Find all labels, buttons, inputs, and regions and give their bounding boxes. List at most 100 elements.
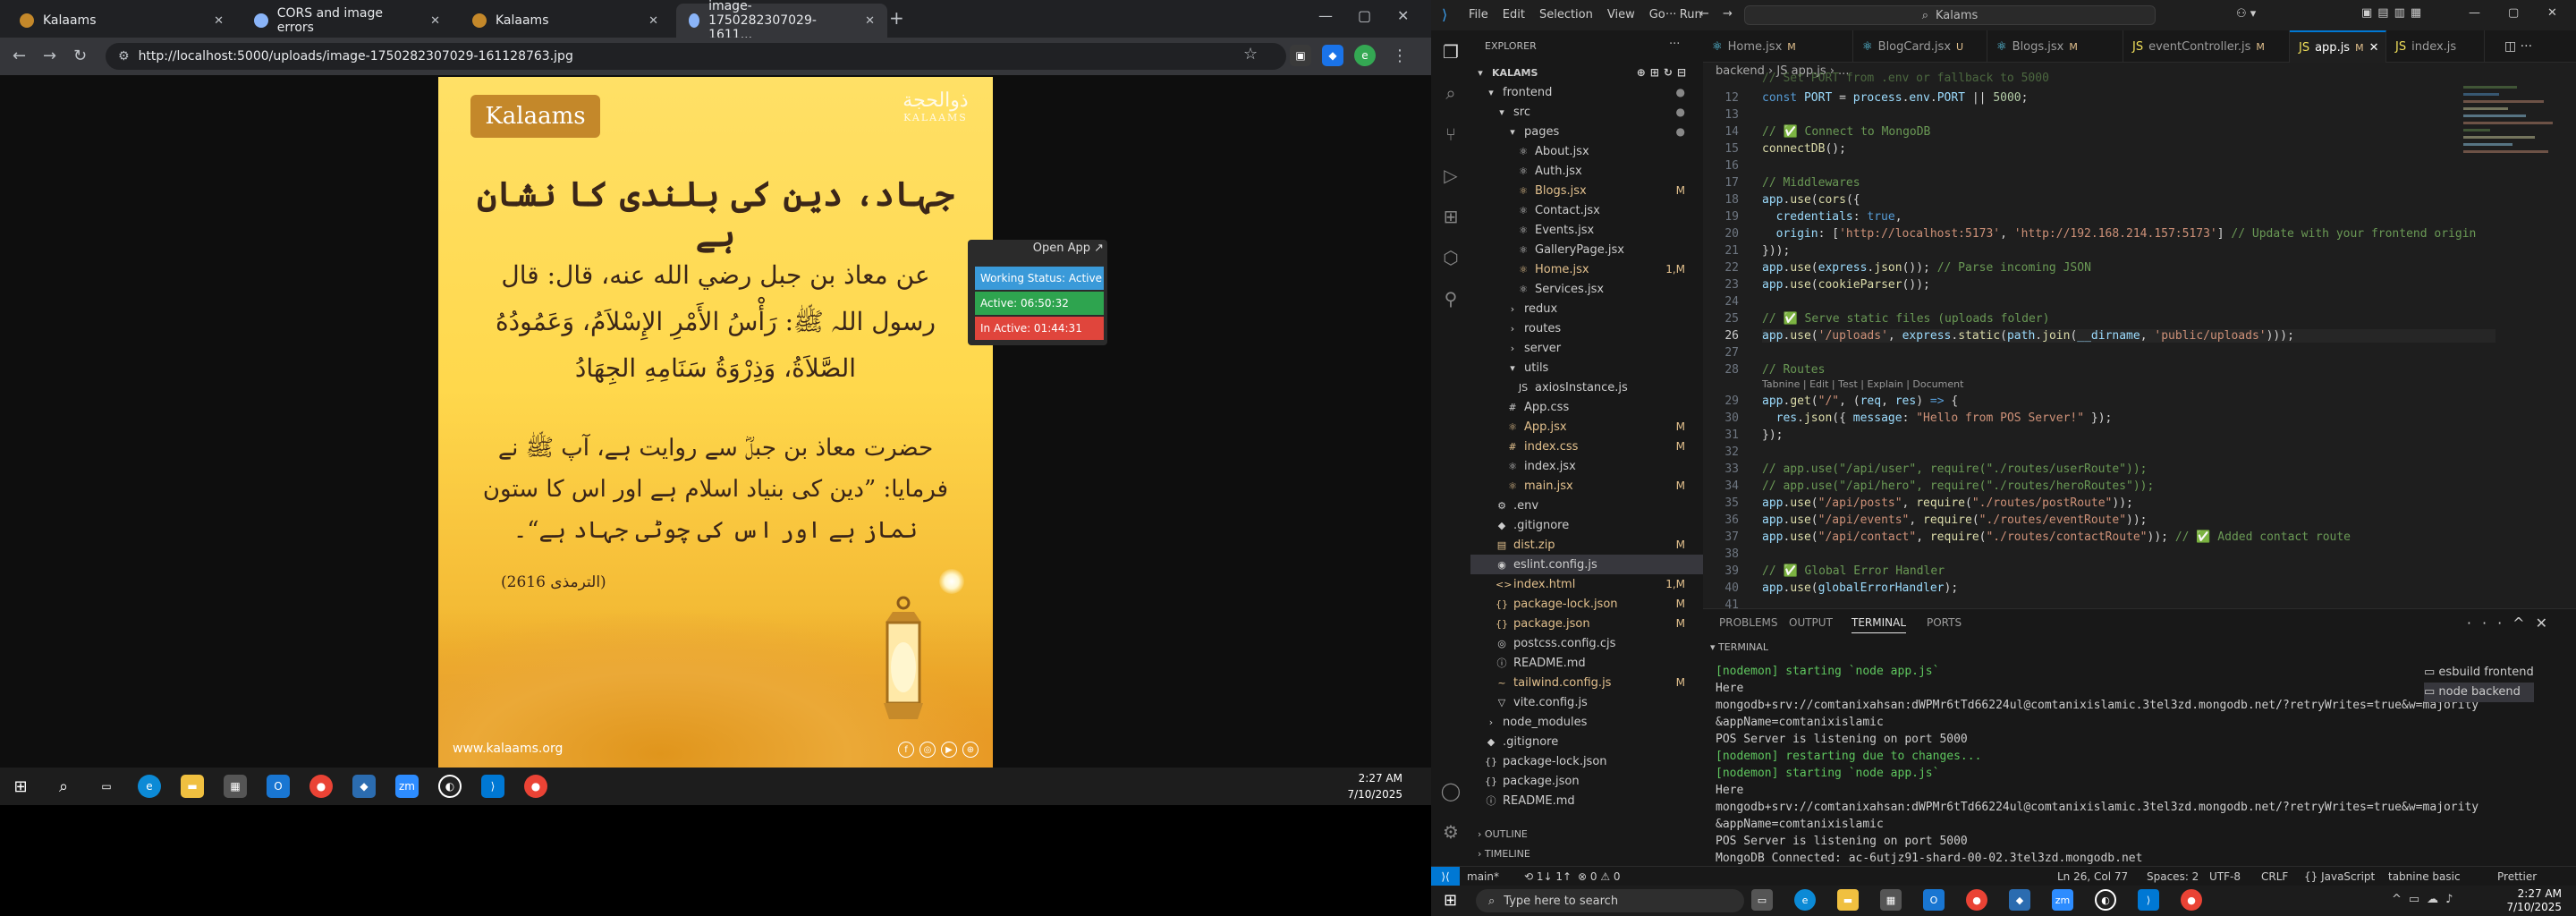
tree-item[interactable]: ⚛ Events.jsx xyxy=(1470,220,1703,240)
status-item[interactable]: Spaces: 2 xyxy=(2147,870,2199,883)
menu-item[interactable]: Selection xyxy=(1539,8,1593,21)
tree-item[interactable]: ▽ vite.config.js xyxy=(1470,692,1703,712)
browser-tab[interactable]: image-1750282307029-1611... ✕ xyxy=(676,0,887,42)
search-icon[interactable]: ⌕ xyxy=(52,775,75,798)
code-editor[interactable]: // Set PORT from .env or fallback to 500… xyxy=(1703,72,2576,612)
menu-item[interactable]: File xyxy=(1469,8,1488,21)
tree-item[interactable]: ◆ .gitignore xyxy=(1470,732,1703,751)
remote-indicator[interactable]: ⟩⟨ xyxy=(1431,867,1460,886)
close-tab-icon[interactable]: ✕ xyxy=(430,14,440,28)
panel-actions[interactable]: ···^✕ xyxy=(2467,615,2558,632)
chrome-icon-2[interactable]: ● xyxy=(2181,889,2202,911)
tree-item[interactable]: ⚛ Home.jsx 1,M xyxy=(1470,259,1703,279)
panel-tab[interactable]: PORTS xyxy=(1927,616,1962,629)
close-tab-icon[interactable]: ✕ xyxy=(648,14,658,28)
store-icon[interactable]: ▦ xyxy=(1880,889,1902,911)
tree-item[interactable]: ~ tailwind.config.js M xyxy=(1470,673,1703,692)
reload-button[interactable]: ↻ xyxy=(73,47,87,65)
chrome-icon[interactable]: ● xyxy=(1966,889,1987,911)
task-view-icon[interactable]: ▭ xyxy=(1751,889,1773,911)
tree-item[interactable]: ⚛ main.jsx M xyxy=(1470,476,1703,496)
tree-item[interactable]: ⚛ App.jsx M xyxy=(1470,417,1703,437)
tree-item[interactable]: ⚛ Contact.jsx xyxy=(1470,200,1703,220)
tree-item[interactable]: {} package-lock.json xyxy=(1470,751,1703,771)
file-explorer-icon[interactable]: ▬ xyxy=(1837,889,1859,911)
status-item[interactable]: CRLF xyxy=(2261,870,2288,883)
browser-tab[interactable]: Kalaams ✕ xyxy=(460,4,671,38)
outlook-icon[interactable]: O xyxy=(1923,889,1945,911)
timeline-section[interactable]: › TIMELINE xyxy=(1478,848,1530,860)
editor-tab[interactable]: JS app.js M ✕ xyxy=(2290,30,2386,63)
close-window-button[interactable]: ✕ xyxy=(1397,7,1409,24)
star-icon[interactable]: ☆ xyxy=(1243,45,1258,64)
clock-app-icon[interactable]: ◐ xyxy=(438,775,462,798)
terminal-header[interactable]: ▾ TERMINAL xyxy=(1710,641,1768,653)
command-center[interactable]: ⌕ Kalams xyxy=(1744,5,2156,25)
maximize-button[interactable]: ▢ xyxy=(2508,6,2519,20)
tree-item[interactable]: ◉ eslint.config.js xyxy=(1470,555,1703,574)
explorer-icon[interactable]: ❐ xyxy=(1440,41,1462,63)
zoom-icon[interactable]: zm xyxy=(395,775,419,798)
edge-icon[interactable]: e xyxy=(138,775,161,798)
status-item[interactable]: main* xyxy=(1467,870,1499,883)
app-icon[interactable]: ◆ xyxy=(2009,889,2030,911)
file-explorer-icon[interactable]: ▬ xyxy=(181,775,204,798)
status-item[interactable]: {} JavaScript xyxy=(2304,870,2375,883)
nav-back-icon[interactable]: ← xyxy=(1699,7,1709,21)
panel-tab[interactable]: TERMINAL xyxy=(1852,616,1907,633)
tree-item[interactable]: ▾ utils xyxy=(1470,358,1703,377)
tree-item[interactable]: ◎ postcss.config.cjs xyxy=(1470,633,1703,653)
tree-item[interactable]: ▾ src ● xyxy=(1470,102,1703,122)
panel-tab[interactable]: PROBLEMS xyxy=(1719,616,1778,629)
tree-item[interactable]: # index.css M xyxy=(1470,437,1703,456)
tree-item[interactable]: ⓘ README.md xyxy=(1470,653,1703,673)
settings-gear-icon[interactable]: ⚙ xyxy=(1440,821,1462,843)
vscode-icon[interactable]: ⟩ xyxy=(2138,889,2159,911)
tree-item[interactable]: ▾ pages ● xyxy=(1470,122,1703,141)
tree-item[interactable]: ⚙ .env xyxy=(1470,496,1703,515)
minimize-button[interactable]: — xyxy=(2469,6,2480,20)
close-window-button[interactable]: ✕ xyxy=(2547,6,2557,20)
menu-item[interactable]: Edit xyxy=(1503,8,1525,21)
chrome-icon[interactable]: ● xyxy=(309,775,333,798)
menu-more[interactable]: ··· xyxy=(1665,8,1676,21)
chrome-icon-2[interactable]: ● xyxy=(524,775,547,798)
system-tray[interactable]: ^▭☁♪ xyxy=(2392,893,2460,906)
extensions-icon[interactable]: ⊞ xyxy=(1440,206,1462,227)
menu-item[interactable]: Go xyxy=(1649,8,1665,21)
zoom-icon[interactable]: zm xyxy=(2052,889,2073,911)
task-view-icon[interactable]: ▭ xyxy=(95,775,118,798)
run-debug-icon[interactable]: ▷ xyxy=(1440,165,1462,186)
tree-item[interactable]: <> index.html 1,M xyxy=(1470,574,1703,594)
source-control-icon[interactable]: ⑂ xyxy=(1440,123,1462,145)
tree-item[interactable]: {} package-lock.json M xyxy=(1470,594,1703,614)
extension-icon[interactable]: ▣ xyxy=(1290,45,1311,66)
tree-item[interactable]: ▾ frontend ● xyxy=(1470,82,1703,102)
back-button[interactable]: ← xyxy=(13,47,26,65)
status-item[interactable]: UTF-8 xyxy=(2209,870,2241,883)
nav-forward-icon[interactable]: → xyxy=(1723,7,1733,21)
tree-item[interactable]: ⚛ index.jsx xyxy=(1470,456,1703,476)
terminal-session[interactable]: ▭ esbuild frontend xyxy=(2424,663,2534,683)
mongodb-icon[interactable]: ⚲ xyxy=(1440,288,1462,310)
status-item[interactable]: ⊗ 0 ⚠ 0 xyxy=(1578,870,1621,883)
status-item[interactable]: ⟲ 1↓ 1↑ xyxy=(1524,870,1572,883)
maximize-button[interactable]: ▢ xyxy=(1358,7,1371,24)
url-input[interactable]: ⚙ http://localhost:5000/uploads/image-17… xyxy=(106,43,1286,70)
status-item[interactable]: Prettier xyxy=(2497,870,2537,883)
store-icon[interactable]: ▦ xyxy=(224,775,247,798)
codelens[interactable]: Tabnine | Edit | Test | Explain | Docume… xyxy=(1762,378,1963,390)
close-tab-icon[interactable]: ✕ xyxy=(2369,41,2379,55)
editor-tab[interactable]: ⚛ Blogs.jsx M xyxy=(1987,30,2123,63)
browser-tab[interactable]: Kalaams ✕ xyxy=(7,4,236,38)
split-editor-icon[interactable]: ◫ ··· xyxy=(2504,39,2532,54)
more-actions-icon[interactable]: ··· xyxy=(1669,38,1680,51)
open-app-link[interactable]: Open App ↗ xyxy=(1033,242,1104,255)
terminal-output[interactable]: [nodemon] starting `node app.js` Here mong… xyxy=(1716,663,2479,884)
editor-tab[interactable]: JS index.js xyxy=(2386,30,2485,63)
tree-item[interactable]: ⓘ README.md xyxy=(1470,791,1703,810)
tree-item[interactable]: ◆ .gitignore xyxy=(1470,515,1703,535)
menu-item[interactable]: View xyxy=(1607,8,1635,21)
search-icon[interactable]: ⌕ xyxy=(1440,82,1462,104)
explorer-actions[interactable]: ⊕⊞↻⊟ xyxy=(1637,66,1690,79)
